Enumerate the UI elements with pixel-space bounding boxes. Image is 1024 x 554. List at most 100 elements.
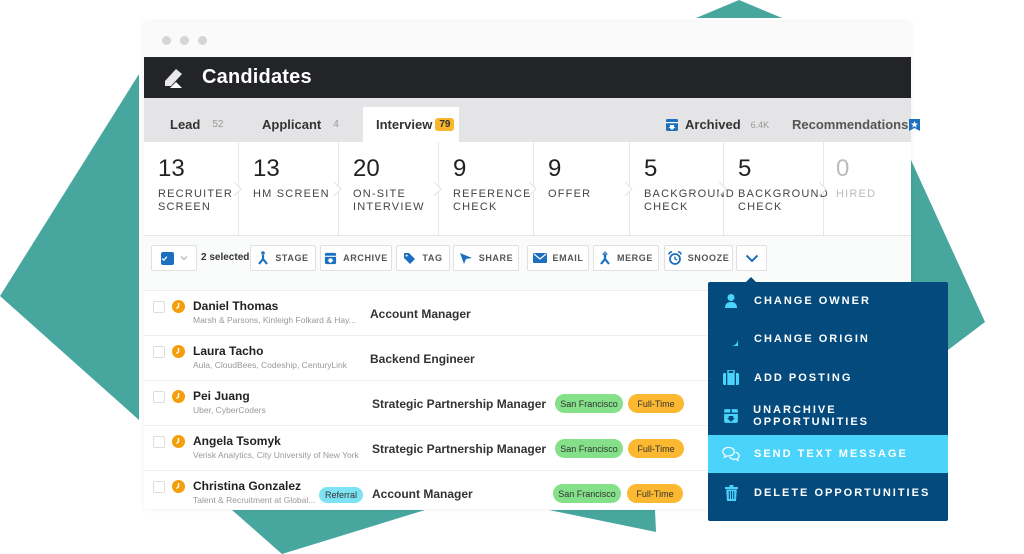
- button-label: ARCHIVE: [343, 253, 388, 263]
- employment-type-pill: Full-Time: [628, 394, 684, 413]
- archive-box-icon: [666, 118, 678, 131]
- stage-card[interactable]: 20 On-Site Interview: [339, 142, 442, 236]
- row-checkbox[interactable]: [153, 436, 165, 448]
- snooze-button[interactable]: SNOOZE: [664, 245, 733, 271]
- menu-caret: [745, 277, 757, 283]
- tab-count-badge: 79: [435, 118, 455, 131]
- select-all-dropdown[interactable]: [151, 245, 197, 271]
- window-dot[interactable]: [180, 36, 189, 45]
- tab-recommendations[interactable]: Recommendations: [792, 107, 921, 142]
- stage-card[interactable]: 9 Reference Check: [439, 142, 537, 236]
- candidate-role: Account Manager: [370, 307, 471, 321]
- tab-lead[interactable]: Lead 52: [170, 107, 223, 142]
- stage-label: Offer: [548, 188, 592, 200]
- window-dot[interactable]: [162, 36, 171, 45]
- person-icon: [722, 292, 740, 310]
- archive-box-icon: [325, 252, 337, 264]
- tab-label: Archived: [685, 117, 741, 132]
- menu-item-change-owner[interactable]: CHANGE OWNER: [708, 282, 948, 320]
- stage-card[interactable]: 13 Recruiter Screen: [144, 142, 242, 236]
- stage-card[interactable]: 9 Offer: [534, 142, 633, 236]
- stage-label: Recruiter Screen: [158, 188, 233, 213]
- merge-button[interactable]: MERGE: [593, 245, 659, 271]
- clock-icon: [172, 300, 185, 313]
- candidate-name[interactable]: Daniel Thomas: [193, 299, 278, 313]
- menu-item-label: CHANGE ORIGIN: [754, 333, 870, 346]
- stage-label: On-Site Interview: [353, 188, 425, 213]
- row-checkbox[interactable]: [153, 391, 165, 403]
- chevron-right-icon: [719, 182, 727, 196]
- menu-item-send-text-message[interactable]: SEND TEXT MESSAGE: [708, 435, 948, 474]
- candidate-companies: Talent & Recruitment at Global...: [193, 495, 316, 505]
- stage-card[interactable]: 5 Background Check: [630, 142, 734, 236]
- tag-icon: [404, 252, 416, 264]
- tab-applicant[interactable]: Applicant 4: [262, 107, 339, 142]
- tab-label: Recommendations: [792, 117, 909, 132]
- stage-merge-icon: [258, 251, 269, 265]
- candidate-companies: Verisk Analytics, City University of New…: [193, 450, 359, 460]
- stage-button[interactable]: STAGE: [250, 245, 316, 271]
- unarchive-box-icon: [722, 407, 739, 425]
- tab-label: Applicant: [262, 117, 322, 132]
- archive-button[interactable]: ARCHIVE: [320, 245, 392, 271]
- tab-label: Lead: [170, 117, 201, 132]
- tab-count: 4: [333, 119, 339, 130]
- tag-button[interactable]: TAG: [396, 245, 450, 271]
- teal-shape-bottom-left: [232, 510, 425, 554]
- clock-icon: [172, 345, 185, 358]
- origin-bubble-icon: [722, 330, 740, 348]
- more-actions-button[interactable]: [736, 245, 767, 271]
- candidate-name[interactable]: Angela Tsomyk: [193, 434, 281, 448]
- chevron-right-icon: [529, 182, 537, 196]
- tab-interview[interactable]: Interview 79: [363, 107, 459, 142]
- pencil-logo-icon: [165, 68, 182, 88]
- location-pill: San Francisco: [555, 439, 623, 458]
- chevron-right-icon: [819, 182, 827, 196]
- chevron-right-icon: [334, 182, 342, 196]
- chevron-right-icon: [234, 182, 242, 196]
- tab-archived[interactable]: Archived 6.4K: [665, 107, 769, 142]
- stage-label: Reference Check: [453, 188, 532, 213]
- stage-count: 13: [158, 155, 185, 182]
- trash-icon: [722, 484, 740, 502]
- alarm-clock-icon: [667, 251, 682, 265]
- stage-card[interactable]: 5 Background Check: [724, 142, 828, 236]
- selected-count: 2 selected: [201, 252, 250, 263]
- button-label: TAG: [422, 253, 443, 263]
- tab-count: 52: [212, 119, 224, 130]
- teal-shape-top: [696, 0, 782, 18]
- stage-card[interactable]: 0 Hired: [824, 142, 911, 236]
- location-pill: San Francisco: [555, 394, 623, 413]
- menu-item-label: ADD POSTING: [754, 371, 853, 384]
- menu-item-label: CHANGE OWNER: [754, 295, 871, 308]
- stage-count: 9: [548, 155, 562, 182]
- menu-item-change-origin[interactable]: CHANGE ORIGIN: [708, 320, 948, 358]
- tab-count: 6.4K: [750, 119, 770, 130]
- candidate-role: Strategic Partnership Manager: [372, 442, 547, 456]
- chevron-down-icon: [180, 256, 187, 261]
- row-checkbox[interactable]: [153, 481, 165, 493]
- row-checkbox[interactable]: [153, 301, 165, 313]
- menu-item-add-posting[interactable]: ADD POSTING: [708, 359, 948, 397]
- stage-pipeline: 13 Recruiter Screen 13 HM Screen 20 On-S…: [144, 142, 911, 236]
- button-label: STAGE: [275, 253, 309, 263]
- window-dot[interactable]: [198, 36, 207, 45]
- stage-count: 13: [253, 155, 280, 182]
- paper-plane-icon: [459, 252, 472, 264]
- chevron-right-icon: [434, 182, 442, 196]
- location-pill: San Francisco: [553, 484, 621, 503]
- menu-item-delete-opportunities[interactable]: DELETE OPPORTUNITIES: [708, 473, 948, 511]
- candidate-name[interactable]: Pei Juang: [193, 389, 250, 403]
- stage-card[interactable]: 13 HM Screen: [239, 142, 342, 236]
- row-checkbox[interactable]: [153, 346, 165, 358]
- candidate-name[interactable]: Laura Tacho: [193, 344, 263, 358]
- email-button[interactable]: EMAIL: [527, 245, 589, 271]
- pipeline-tabs: Lead 52 Applicant 4 Interview 79 Archive…: [144, 98, 921, 142]
- envelope-icon: [532, 253, 547, 263]
- stage-count: 5: [738, 155, 752, 182]
- share-button[interactable]: SHARE: [453, 245, 519, 271]
- app-header: Candidates: [144, 57, 911, 98]
- menu-item-unarchive-opportunities[interactable]: UNARCHIVE OPPORTUNITIES: [708, 397, 948, 435]
- candidate-companies: Aula, CloudBees, Codeship, CenturyLink: [193, 360, 348, 370]
- candidate-name[interactable]: Christina Gonzalez: [193, 479, 301, 493]
